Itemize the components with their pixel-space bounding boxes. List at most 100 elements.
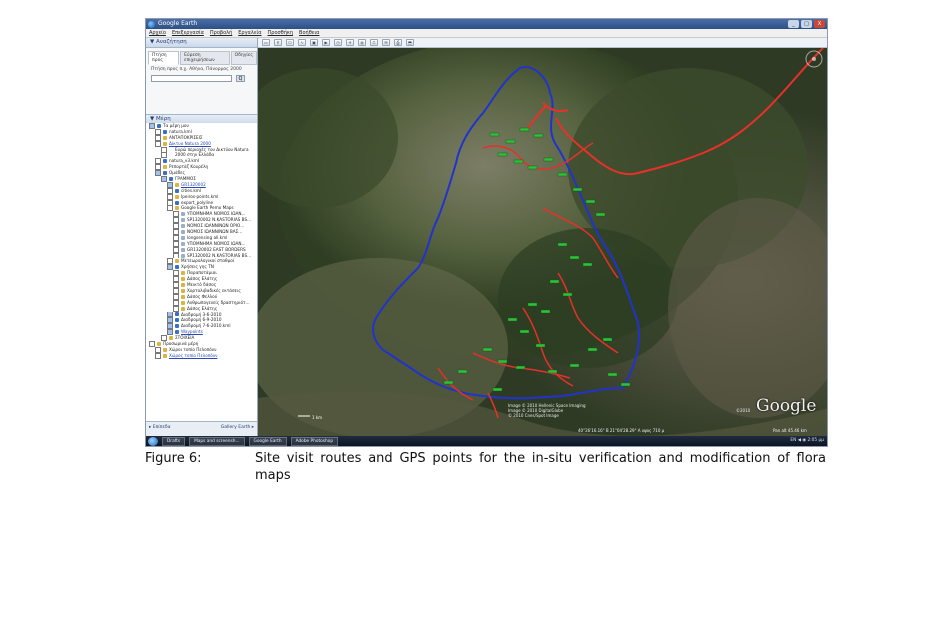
figure-label: Figure 6: [145,451,202,466]
kml-icon[interactable]: ⬒ [406,39,414,46]
earth-gallery-button[interactable]: Gallery Earth ▸ [221,425,254,430]
folder-icon [163,141,167,146]
folder-icon [175,265,179,270]
folder-icon [163,171,167,176]
tree-item-label: Χώρος τοπίο Πελοπόνν [169,352,218,358]
folder-icon [181,300,185,305]
folder-icon [181,294,185,299]
history-icon[interactable]: ◷ [334,39,342,46]
folder-icon [175,194,179,199]
tree-checkbox[interactable] [173,252,179,259]
folder-icon [181,247,185,252]
folder-icon [181,253,185,258]
satellite-terrain [258,48,827,436]
start-button-icon[interactable] [148,436,158,446]
placemark-icon[interactable]: ⚲ [274,39,282,46]
folder-icon [175,206,179,211]
print-icon[interactable]: ⎙ [394,39,402,46]
google-logo: Google [756,396,817,416]
window-title: Google Earth [158,20,198,27]
polygon-icon[interactable]: ⬠ [286,39,294,46]
folder-icon [181,229,185,234]
tree-checkbox[interactable] [173,305,179,312]
folder-icon [181,224,185,229]
tab-directions[interactable]: Οδηγίες [230,51,257,65]
window-controls: _ □ X [788,20,825,28]
folder-icon [175,182,179,187]
map-copyright: ©2010 [736,408,751,413]
toolbar: ▭ ⚲ ⬠ ∿ ▣ ▶ ◷ ☀ ◍ ⎍ ✉ ⎙ ⬒ [258,38,827,48]
folder-icon [163,135,167,140]
google-earth-icon [148,21,155,28]
overlay-icon[interactable]: ▣ [310,39,318,46]
menu-add[interactable]: Προσθήκη [268,29,294,37]
folder-icon [181,235,185,240]
folder-icon [163,347,167,352]
folder-icon [181,271,185,276]
folder-icon [169,176,173,181]
layers-toggle[interactable]: ▸ Επίπεδα [149,425,171,430]
sidebar: ▼ Αναζήτηση Πτήση προς Εύρεση επιχειρήσε… [146,38,258,436]
map-scale: 1 km [312,415,323,420]
path-icon[interactable]: ∿ [298,39,306,46]
folder-icon [175,188,179,193]
search-input[interactable] [151,75,232,82]
folder-icon [175,318,179,323]
taskbar-item[interactable]: Adobe Photoshop [290,436,339,446]
folder-icon [175,259,179,264]
minimize-button[interactable]: _ [788,20,799,28]
tree-item[interactable]: Χώρος τοπίο Πελοπόνν [146,352,257,359]
tree-checkbox[interactable] [161,152,167,159]
planet-icon[interactable]: ◍ [358,39,366,46]
menu-help[interactable]: Βοήθεια [299,29,319,37]
folder-icon [181,306,185,311]
search-panel-header[interactable]: ▼ Αναζήτηση [146,38,257,48]
folder-icon [163,165,167,170]
folder-icon [169,153,173,158]
folder-icon [175,200,179,205]
sidebar-bottom-bar: ▸ Επίπεδα Gallery Earth ▸ [146,421,257,436]
menu-bar: Αρχείο Επεξεργασία Προβολή Εργαλεία Προσ… [146,29,827,38]
close-button[interactable]: X [814,20,825,28]
folder-icon [181,241,185,246]
tour-icon[interactable]: ▶ [322,39,330,46]
folder-icon [181,212,185,217]
google-earth-screenshot: Google Earth _ □ X Αρχείο Επεξεργασία Πρ… [145,18,828,447]
taskbar-item[interactable]: Drafts [162,436,186,446]
folder-icon [163,159,167,164]
folder-icon [181,218,185,223]
ruler-icon[interactable]: ⎍ [370,39,378,46]
tab-fly-to[interactable]: Πτήση προς [148,51,180,65]
folder-icon [175,324,179,329]
taskbar-item[interactable]: Google Earth [248,436,287,446]
menu-view[interactable]: Προβολή [210,29,232,37]
folder-icon [157,341,161,346]
folder-icon [163,353,167,358]
folder-icon [169,147,173,152]
search-label: Πτήση προς π.χ. Αθήνα, Πάνορμος 2000 [151,67,242,72]
layout-icon[interactable]: ▭ [262,39,270,46]
imagery-attribution: Image © 2010 Hellenic Space Imaging Imag… [508,403,586,418]
folder-icon [181,277,185,282]
folder-icon [181,282,185,287]
map-view[interactable]: 1 km Image © 2010 Hellenic Space Imaging… [258,48,827,436]
folder-icon [175,330,179,335]
attribution-line: © 2010 Cnes/Spot Image [508,413,559,418]
menu-tools[interactable]: Εργαλεία [238,29,261,37]
maximize-button[interactable]: □ [801,20,812,28]
search-panel: Πτήση προς Εύρεση επιχειρήσεων Οδηγίες Π… [146,48,257,115]
menu-edit[interactable]: Επεξεργασία [172,29,204,37]
folder-icon [175,312,179,317]
folder-icon [169,336,173,340]
tab-find-businesses[interactable]: Εύρεση επιχειρήσεων [180,51,230,65]
tree-checkbox[interactable] [155,352,161,359]
places-tree: Τα μέρη μου natura.kml ΑΝΤΑΠΟΚΡΙΣΕΙΣ Δίκτυο… [146,123,257,418]
tree-checkbox[interactable] [167,329,173,336]
taskbar-item[interactable]: Maps and screensh... [189,436,245,446]
menu-file[interactable]: Αρχείο [149,29,166,37]
email-icon[interactable]: ✉ [382,39,390,46]
system-tray[interactable]: EN ◀ ◉ 2:05 μμ [790,438,824,443]
search-tabs: Πτήση προς Εύρεση επιχειρήσεων Οδηγίες [148,51,257,65]
search-button[interactable]: Q [236,75,245,82]
sun-icon[interactable]: ☀ [346,39,354,46]
